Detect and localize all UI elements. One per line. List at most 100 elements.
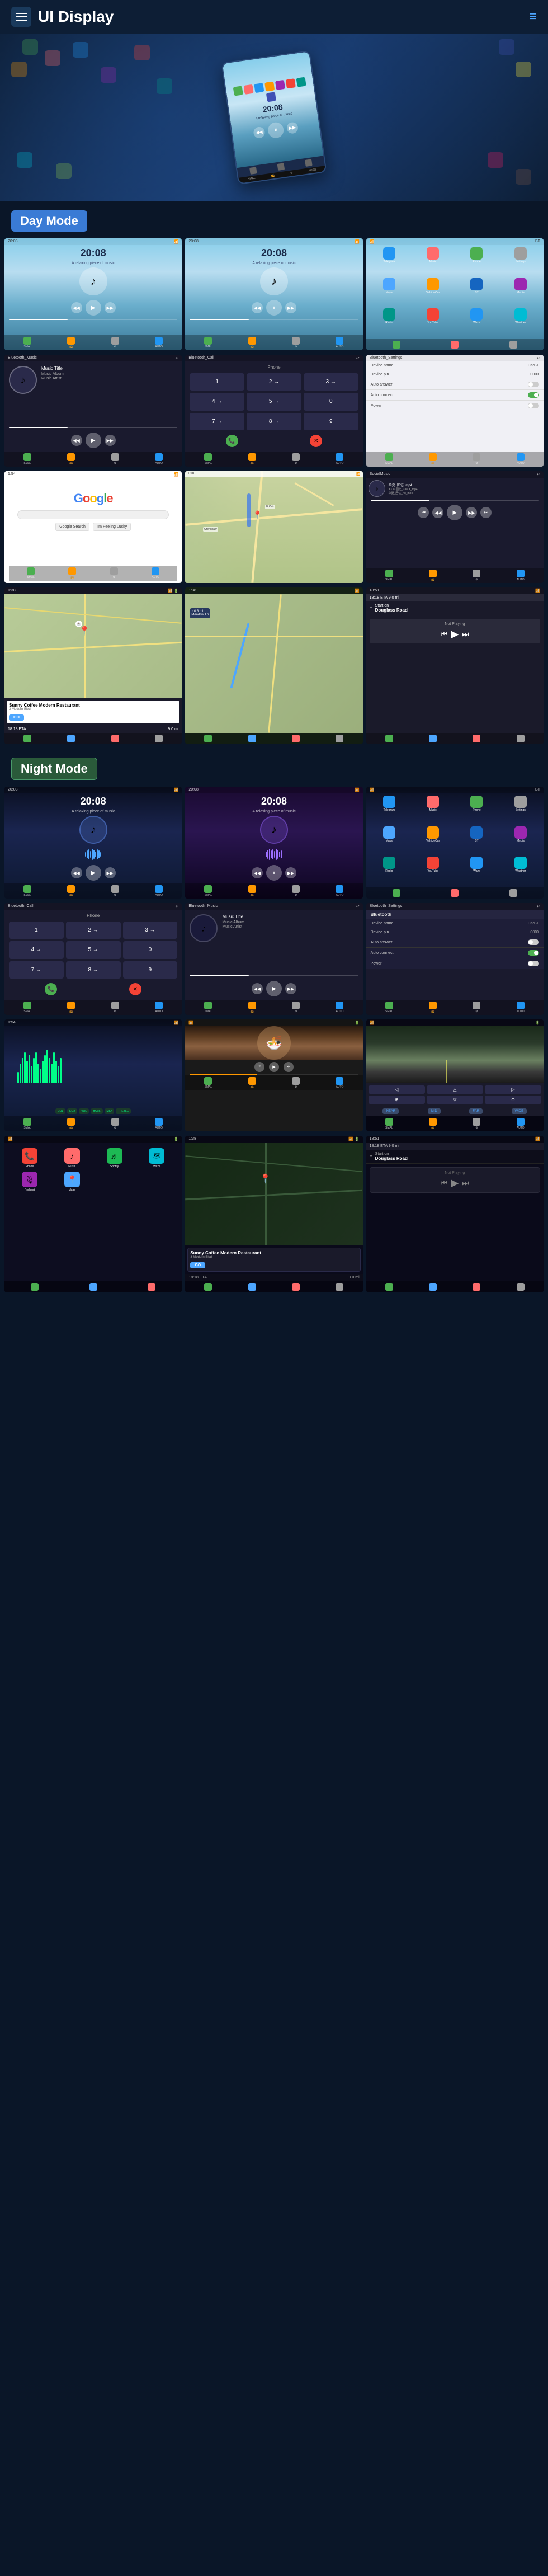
night-np-next[interactable]: ⏭ xyxy=(462,1178,469,1188)
night-end-btn[interactable]: ✕ xyxy=(129,983,141,995)
carplay-status-2: 1:38📶 xyxy=(185,587,362,594)
menu-icon[interactable] xyxy=(11,7,31,27)
night-prev-1[interactable]: ◀◀ xyxy=(71,867,82,878)
num-7[interactable]: 7 → xyxy=(190,413,244,430)
night-num-4[interactable]: 4 → xyxy=(9,941,64,958)
night-auto-answer-toggle[interactable] xyxy=(528,939,539,945)
road-mode-2[interactable]: MID xyxy=(428,1108,441,1114)
num-6[interactable]: 0 xyxy=(304,393,358,410)
num-9[interactable]: 9 xyxy=(304,413,358,430)
prev-2[interactable]: ◀◀ xyxy=(252,302,263,313)
food-next[interactable]: ⏭ xyxy=(284,1062,294,1072)
night-num-1[interactable]: 1 xyxy=(9,922,64,939)
local-music-art: ♪ xyxy=(369,480,385,497)
night-num-6[interactable]: 0 xyxy=(123,941,178,958)
night-num-9[interactable]: 9 xyxy=(123,961,178,979)
night-next-2[interactable]: ▶▶ xyxy=(285,867,296,878)
num-4[interactable]: 4 → xyxy=(190,393,244,410)
night-music-prev[interactable]: ◀◀ xyxy=(252,983,263,994)
bt-play[interactable]: ▶ xyxy=(86,433,101,448)
night-cp-dock-3 xyxy=(366,1281,544,1292)
go-button[interactable]: GO xyxy=(9,714,24,721)
play-2[interactable]: ⏸ xyxy=(266,300,282,316)
next-1[interactable]: ▶▶ xyxy=(105,302,116,313)
night-app-music[interactable]: ♪ Music xyxy=(53,1148,92,1168)
night-auto-connect[interactable]: Auto connect xyxy=(366,948,544,958)
road-mode-1[interactable]: NEAR xyxy=(382,1108,399,1114)
night-num-8[interactable]: 8 → xyxy=(66,961,121,979)
np-prev[interactable]: ⏮ xyxy=(441,629,448,639)
end-call-btn[interactable]: ✕ xyxy=(310,435,322,447)
night-np-prev[interactable]: ⏮ xyxy=(441,1178,448,1188)
power-row[interactable]: Power xyxy=(366,401,544,411)
local-play[interactable]: ▶ xyxy=(447,505,462,520)
app-grid-day: Telegram Music Phone Settings Maps Vehic… xyxy=(366,245,544,339)
night-go-btn[interactable]: GO xyxy=(190,1262,205,1268)
num-1[interactable]: 1 xyxy=(190,373,244,391)
road-btn-5[interactable]: ▽ xyxy=(427,1096,483,1104)
night-play-2[interactable]: ⏸ xyxy=(266,865,282,881)
night-app-phone[interactable]: 📞 Phone xyxy=(10,1148,49,1168)
prev-1[interactable]: ◀◀ xyxy=(71,302,82,313)
night-music-next[interactable]: ▶▶ xyxy=(285,983,296,994)
call-btn[interactable]: 📞 xyxy=(226,435,238,447)
local-rew[interactable]: ◀◀ xyxy=(432,507,443,518)
auto-answer-toggle[interactable] xyxy=(528,382,539,387)
num-2[interactable]: 2 → xyxy=(247,373,301,391)
nav-icon[interactable]: ≡ xyxy=(529,9,537,25)
night-num-7[interactable]: 7 → xyxy=(9,961,64,979)
night-app-waze[interactable]: 🗺 Waze xyxy=(137,1148,176,1168)
num-3[interactable]: 3 → xyxy=(304,373,358,391)
num-8[interactable]: 8 → xyxy=(247,413,301,430)
next-2[interactable]: ▶▶ xyxy=(285,302,296,313)
next-btn[interactable]: ▶▶ xyxy=(286,121,299,134)
night-call-btn[interactable]: 📞 xyxy=(45,983,57,995)
prev-btn[interactable]: ◀◀ xyxy=(253,126,266,139)
local-prev[interactable]: ⏮ xyxy=(418,507,429,518)
night-app-spotify[interactable]: ♬ Spotify xyxy=(95,1148,134,1168)
night-np-play[interactable]: ▶ xyxy=(451,1177,459,1189)
night-num-3[interactable]: 3 → xyxy=(123,922,178,939)
np-next[interactable]: ⏭ xyxy=(462,629,469,639)
night-power-toggle[interactable] xyxy=(528,961,539,966)
map-label-2: Crenshaw xyxy=(203,527,218,532)
night-play-1[interactable]: ▶ xyxy=(86,865,101,881)
power-toggle[interactable] xyxy=(528,403,539,408)
google-search-btn[interactable]: Google Search xyxy=(55,523,89,531)
num-5[interactable]: 5 → xyxy=(247,393,301,410)
road-btn-2[interactable]: △ xyxy=(427,1085,483,1094)
night-next-1[interactable]: ▶▶ xyxy=(105,867,116,878)
local-ff[interactable]: ▶▶ xyxy=(466,507,477,518)
auto-connect-toggle[interactable] xyxy=(528,392,539,398)
local-next[interactable]: ⏭ xyxy=(480,507,492,518)
bt-music-dock: SMAL 📻 ⚙ AUTO xyxy=(4,452,182,467)
local-music-player: ♪ 华夏_回忆_mp4 XXXX回忆_XXXX_mp4 华夏_回忆_rtx_mp… xyxy=(366,478,544,499)
road-btn-1[interactable]: ◁ xyxy=(369,1085,425,1094)
night-music-play[interactable]: ▶ xyxy=(266,981,282,996)
bt-next[interactable]: ▶▶ xyxy=(105,435,116,446)
night-num-2[interactable]: 2 → xyxy=(66,922,121,939)
bt-prev[interactable]: ◀◀ xyxy=(71,435,82,446)
road-mode-4[interactable]: WIDE xyxy=(512,1108,527,1114)
food-play[interactable]: ▶ xyxy=(269,1062,279,1072)
auto-answer-row[interactable]: Auto answer xyxy=(366,379,544,390)
road-btn-3[interactable]: ▷ xyxy=(485,1085,541,1094)
auto-connect-row[interactable]: Auto connect xyxy=(366,390,544,401)
night-power[interactable]: Power xyxy=(366,958,544,969)
np-play[interactable]: ▶ xyxy=(451,628,459,640)
google-lucky-btn[interactable]: I'm Feeling Lucky xyxy=(93,523,131,531)
food-prev[interactable]: ⏮ xyxy=(254,1062,264,1072)
night-auto-answer[interactable]: Auto answer xyxy=(366,937,544,948)
road-btn-6[interactable]: ⊙ xyxy=(485,1096,541,1104)
night-prev-2[interactable]: ◀◀ xyxy=(252,867,263,878)
night-auto-connect-toggle[interactable] xyxy=(528,950,539,956)
play-1[interactable]: ▶ xyxy=(86,300,101,316)
night-num-5[interactable]: 5 → xyxy=(66,941,121,958)
road-btn-4[interactable]: ⊕ xyxy=(369,1096,425,1104)
night-app-maps[interactable]: 📍 Maps xyxy=(53,1172,92,1192)
play-btn[interactable]: ⏸ xyxy=(267,121,285,139)
night-cp-status-3: 18:51📶 xyxy=(366,1136,544,1143)
google-search-bar[interactable] xyxy=(17,510,169,519)
night-app-podcast[interactable]: 🎙 Podcast xyxy=(10,1172,49,1192)
road-mode-3[interactable]: FAR xyxy=(469,1108,483,1114)
